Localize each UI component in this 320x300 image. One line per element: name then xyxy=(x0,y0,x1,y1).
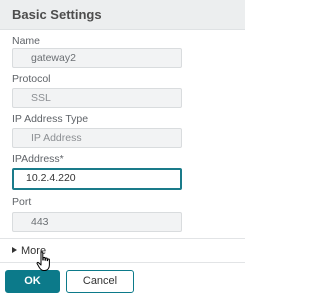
port-field[interactable]: 443 xyxy=(12,212,182,232)
cancel-button[interactable]: Cancel xyxy=(66,270,134,293)
ip-address-type-field[interactable]: IP Address xyxy=(12,128,182,148)
basic-settings-panel: Basic Settings Name gateway2 Protocol SS… xyxy=(0,0,245,300)
protocol-label: Protocol xyxy=(12,73,51,85)
ip-address-type-label: IP Address Type xyxy=(12,113,89,125)
more-toggle[interactable]: More xyxy=(12,245,46,257)
ip-address-input[interactable]: 10.2.4.220 xyxy=(12,168,182,190)
ok-button[interactable]: OK xyxy=(5,270,60,293)
protocol-field[interactable]: SSL xyxy=(12,88,182,108)
panel-header: Basic Settings xyxy=(0,0,245,30)
port-label: Port xyxy=(12,196,32,208)
footer-divider xyxy=(0,262,245,263)
section-divider xyxy=(0,238,245,239)
ip-address-label: IPAddress* xyxy=(12,153,64,165)
name-field[interactable]: gateway2 xyxy=(12,48,182,68)
panel-title: Basic Settings xyxy=(12,7,102,22)
more-label: More xyxy=(21,245,47,257)
expand-triangle-icon xyxy=(12,247,17,253)
name-label: Name xyxy=(12,35,41,47)
